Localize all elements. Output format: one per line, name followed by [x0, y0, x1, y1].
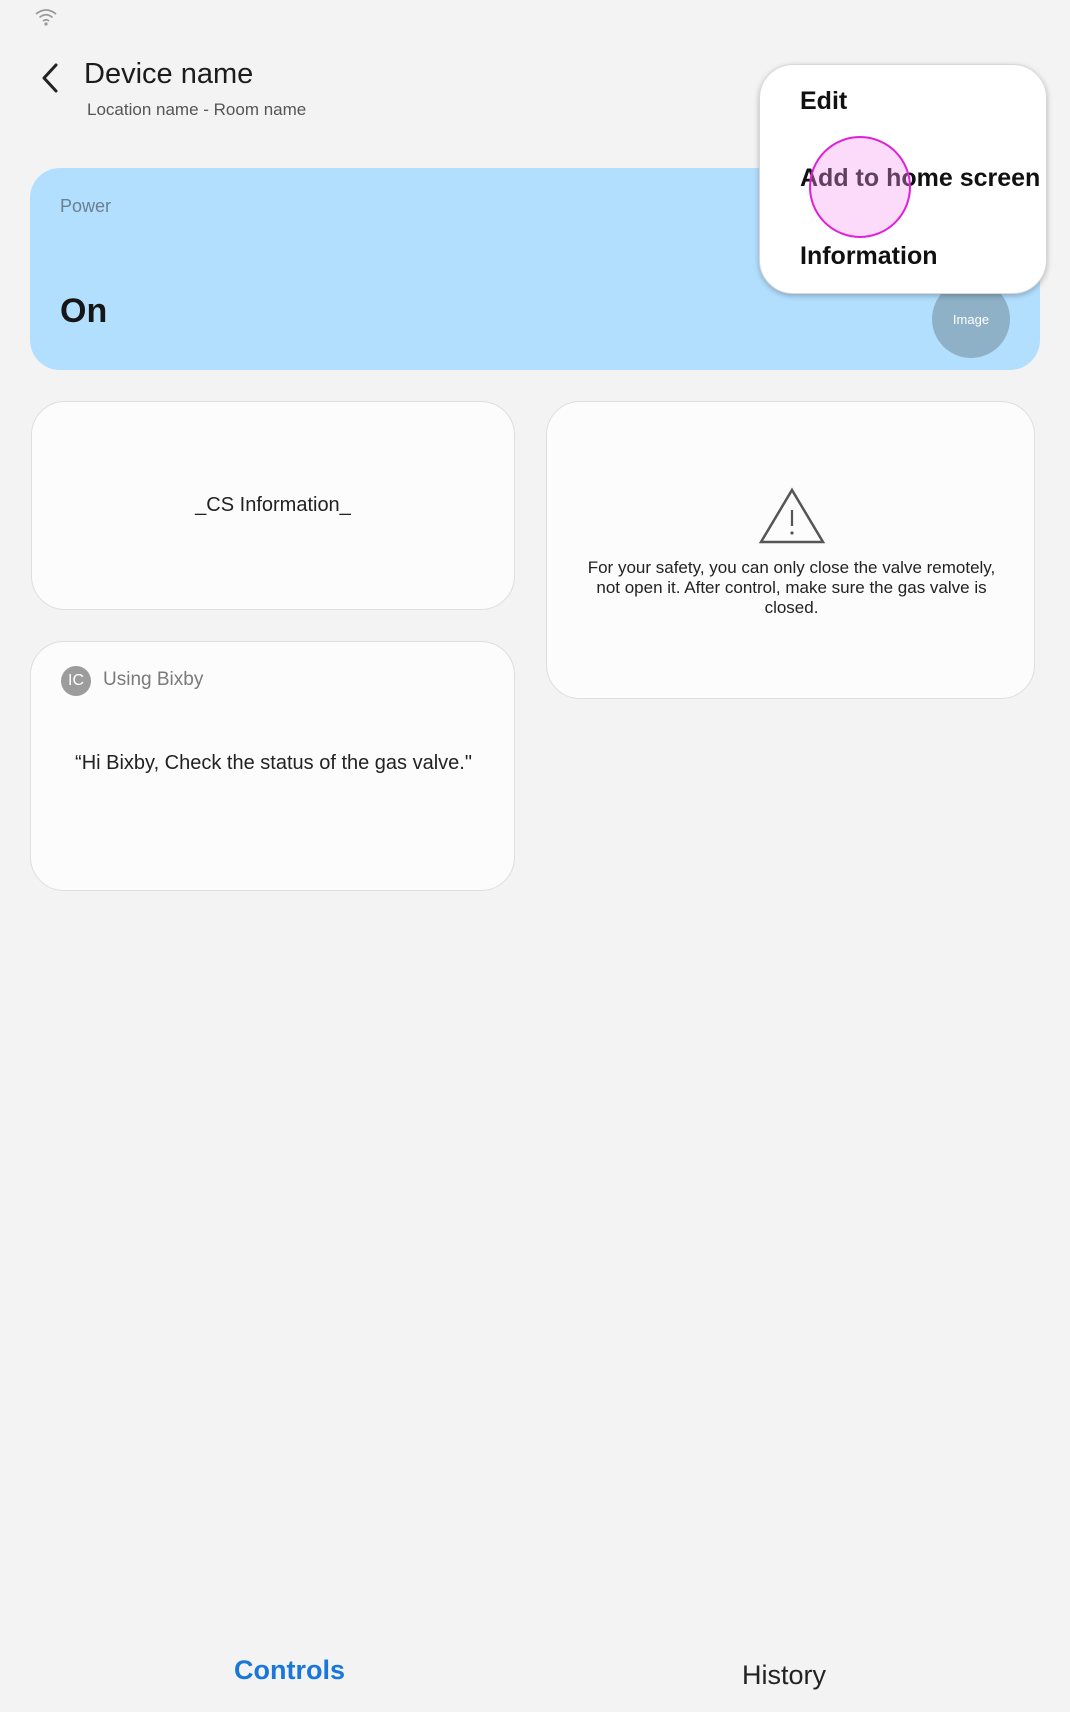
wifi-icon: [35, 9, 57, 26]
overflow-menu: Edit Add to home screen Information: [759, 64, 1047, 294]
safety-notice-text: For your safety, you can only close the …: [587, 558, 996, 617]
page-title: Device name: [84, 58, 254, 90]
bixby-quote: “Hi Bixby, Check the status of the gas v…: [75, 752, 472, 774]
bixby-title: Using Bixby: [103, 669, 204, 690]
cs-information-card[interactable]: _CS Information_: [31, 401, 515, 610]
power-label: Power: [60, 196, 112, 216]
tab-controls[interactable]: Controls: [234, 1655, 345, 1686]
chevron-left-icon: [42, 63, 58, 93]
menu-item-information[interactable]: Information: [800, 242, 938, 271]
warning-triangle-icon: [758, 487, 826, 544]
bixby-icon: IC: [61, 666, 91, 696]
page-subtitle: Location name - Room name: [87, 100, 307, 119]
safety-notice-card: For your safety, you can only close the …: [546, 401, 1035, 699]
power-value: On: [60, 292, 108, 330]
menu-item-edit[interactable]: Edit: [800, 87, 847, 116]
cs-information-text: _CS Information_: [195, 494, 351, 516]
tab-history[interactable]: History: [742, 1660, 826, 1691]
menu-item-add-to-home-screen[interactable]: Add to home screen: [800, 164, 1040, 193]
bixby-card[interactable]: IC Using Bixby “Hi Bixby, Check the stat…: [30, 641, 515, 891]
status-bar: [0, 0, 1070, 40]
back-button[interactable]: [30, 58, 70, 98]
